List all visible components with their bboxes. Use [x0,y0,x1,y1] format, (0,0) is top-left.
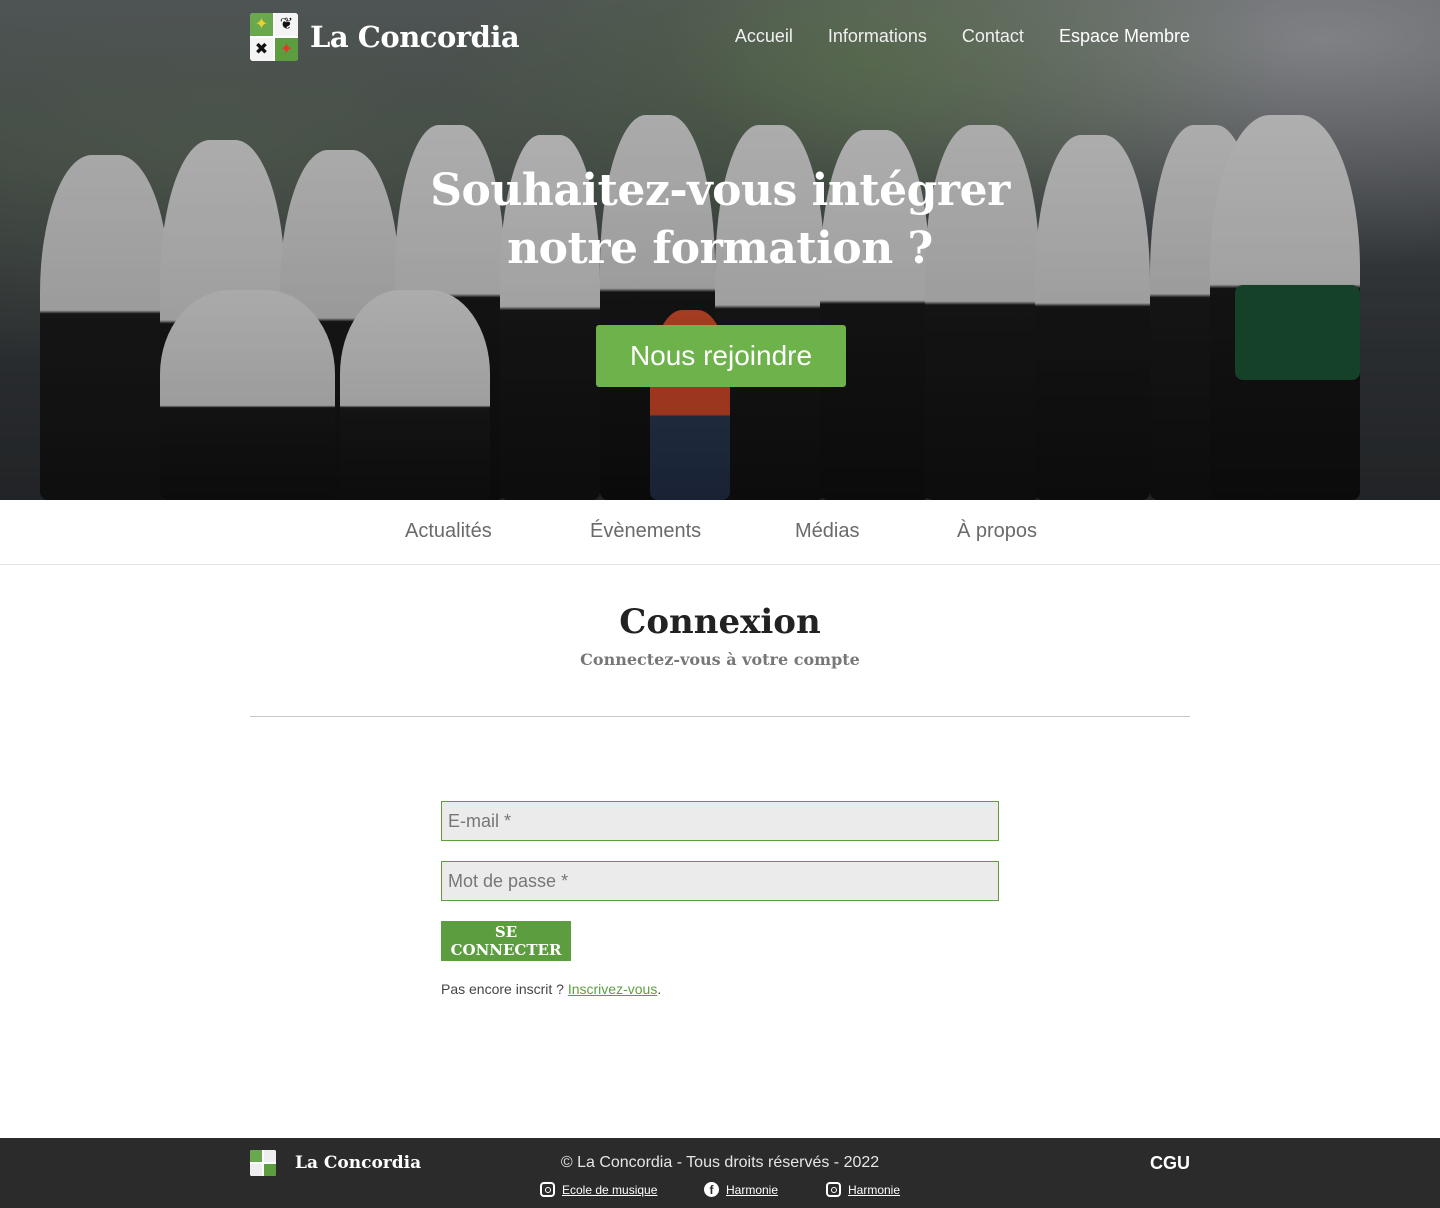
subnav-item-a-propos[interactable]: À propos [957,520,1037,543]
login-button[interactable]: SE CONNECTER [441,921,571,961]
social-link-label[interactable]: Harmonie [726,1183,778,1197]
hero-title-line-2: notre formation ? [507,223,933,274]
instagram-icon [540,1182,555,1197]
nav-item-espace-membre[interactable]: Espace Membre [1059,26,1190,47]
crest-logo-icon: ✦ ❦ ✖ ✦ [250,13,298,61]
footer: La Concordia © La Concordia - Tous droit… [0,1138,1440,1208]
brand-name: La Concordia [310,20,520,54]
signup-prompt: Pas encore inscrit ? Inscrivez-vous. [441,981,661,997]
facebook-icon: f [704,1182,719,1197]
join-button[interactable]: Nous rejoindre [596,325,846,387]
divider [250,716,1190,717]
footer-copyright: © La Concordia - Tous droits réservés - … [560,1154,880,1171]
subnav-item-actualites[interactable]: Actualités [405,520,492,543]
subnav-item-medias[interactable]: Médias [795,520,859,543]
nav-item-contact[interactable]: Contact [962,26,1024,47]
signup-suffix: . [657,981,662,997]
nav-item-accueil[interactable]: Accueil [735,26,793,47]
page-title: Connexion [619,602,821,642]
hero-title: Souhaitez-vous intégrer notre formation … [0,162,1440,278]
social-link-label[interactable]: Ecole de musique [562,1183,657,1197]
signup-prefix: Pas encore inscrit ? [441,981,568,997]
instagram-icon [826,1182,841,1197]
main-nav: Accueil Informations Contact Espace Memb… [700,26,1190,47]
page-subtitle: Connectez-vous à votre compte [580,650,860,669]
top-navigation: ✦ ❦ ✖ ✦ La Concordia Accueil Information… [250,12,1190,62]
nav-item-informations[interactable]: Informations [828,26,927,47]
email-field[interactable] [441,801,999,841]
signup-link[interactable]: Inscrivez-vous [568,981,657,997]
social-link-harmonie-instagram[interactable]: Harmonie [826,1182,900,1197]
subnav-item-evenements[interactable]: Évènements [590,520,701,543]
password-field[interactable] [441,861,999,901]
hero-banner: ✦ ❦ ✖ ✦ La Concordia Accueil Information… [0,0,1440,500]
social-link-harmonie-facebook[interactable]: f Harmonie [704,1182,778,1197]
cgu-link[interactable]: CGU [1150,1153,1190,1174]
social-link-ecole-de-musique[interactable]: Ecole de musique [540,1182,657,1197]
social-link-label[interactable]: Harmonie [848,1183,900,1197]
hero-title-line-1: Souhaitez-vous intégrer [430,165,1010,216]
brand[interactable]: ✦ ❦ ✖ ✦ La Concordia [250,12,520,62]
secondary-nav: Actualités Évènements Médias À propos [0,500,1440,565]
